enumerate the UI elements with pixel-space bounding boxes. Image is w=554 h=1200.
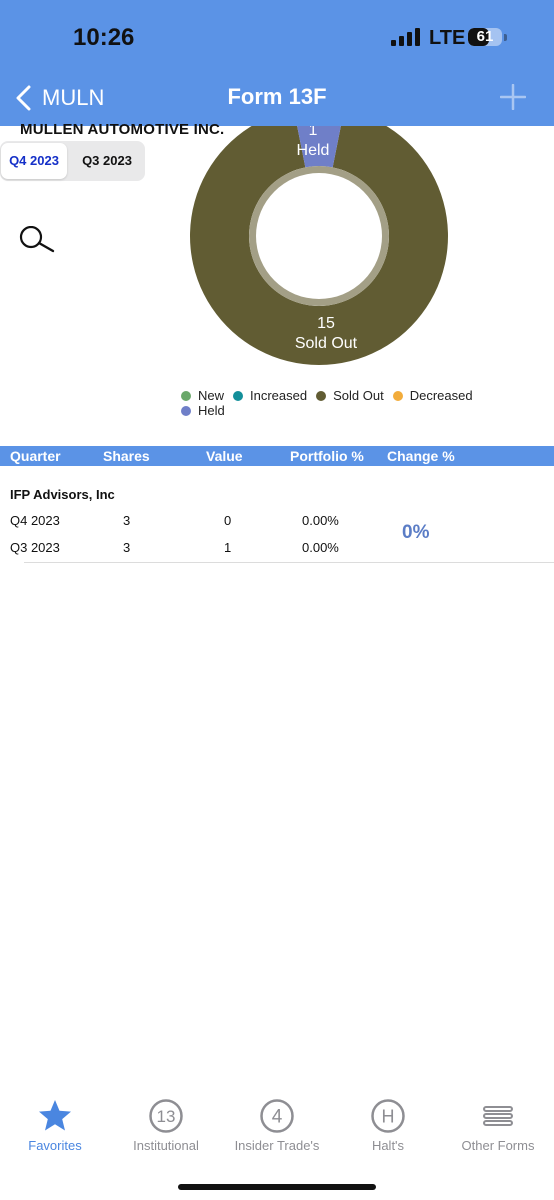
slice-label-sold-out-value: 15 — [317, 315, 335, 332]
legend-item-increased: Increased — [233, 388, 307, 403]
segment-q4-2023[interactable]: Q4 2023 — [1, 143, 67, 179]
company-name: MULLEN AUTOMOTIVE INC. — [20, 121, 225, 138]
tab-halts[interactable]: H Halt's — [333, 1092, 443, 1162]
tab-label: Insider Trade's — [234, 1138, 320, 1153]
circle-h-icon: H — [371, 1099, 405, 1133]
header-shares: Shares — [103, 448, 150, 464]
header-change: Change % — [387, 448, 455, 464]
legend-dot — [233, 390, 244, 401]
home-indicator — [178, 1184, 376, 1190]
legend-dot — [181, 390, 191, 401]
legend-item-new: New — [181, 388, 224, 403]
tab-bar: Favorites 13 Institutional 4 Insider Tra… — [0, 1092, 554, 1162]
tab-label: Institutional — [133, 1138, 199, 1153]
table-header: Quarter Shares Value Portfolio % Change … — [0, 446, 554, 466]
page-title: Form 13F — [227, 84, 327, 109]
tab-other-forms[interactable]: Other Forms — [443, 1092, 553, 1162]
status-time: 10:26 — [73, 24, 135, 51]
row-value: 1 — [224, 540, 232, 555]
legend-label: Sold Out — [333, 388, 384, 403]
row-divider — [24, 562, 554, 563]
slice-label-held-value: 1 — [309, 126, 318, 139]
tab-label: Halt's — [371, 1138, 405, 1153]
change-percent: 0% — [402, 522, 430, 543]
header-quarter: Quarter — [10, 448, 61, 464]
top-bar: 10:26 LTE 61 MULN Form 13F — [0, 0, 554, 126]
stack-lines-icon — [483, 1106, 513, 1126]
legend-item-held: Held — [181, 403, 225, 418]
star-icon — [39, 1100, 71, 1131]
signal-icon — [391, 28, 420, 46]
tab-favorites[interactable]: Favorites — [0, 1092, 110, 1162]
row-shares: 3 — [123, 540, 131, 555]
tab-insider-trades[interactable]: 4 Insider Trade's — [222, 1092, 332, 1162]
legend-label: Decreased — [409, 388, 473, 403]
svg-text:13: 13 — [157, 1107, 176, 1126]
row-portfolio: 0.00% — [302, 540, 339, 555]
network-type: LTE — [429, 27, 466, 49]
quarter-segmented-control: Q4 2023 Q3 2023 — [0, 141, 145, 181]
header-value: Value — [206, 448, 243, 464]
legend-label: Held — [198, 403, 225, 418]
segment-q3-2023[interactable]: Q3 2023 — [70, 143, 144, 179]
search-icon[interactable] — [16, 226, 56, 254]
plus-icon — [500, 84, 526, 110]
row-value: 0 — [224, 513, 232, 528]
legend-dot — [181, 405, 191, 416]
battery-icon: 61 — [468, 28, 508, 48]
row-shares: 3 — [123, 513, 131, 528]
advisor-name: IFP Advisors, Inc — [10, 487, 115, 502]
row-quarter: Q4 2023 — [10, 513, 60, 528]
slice-label-sold-out-name: Sold Out — [295, 335, 358, 352]
tab-institutional[interactable]: 13 Institutional — [111, 1092, 221, 1162]
legend-item-decreased: Decreased — [392, 388, 473, 403]
legend-dot — [316, 390, 327, 401]
legend-dot — [392, 390, 403, 401]
add-button[interactable] — [500, 84, 526, 110]
legend-label: New — [198, 388, 225, 403]
slice-label-held-name: Held — [297, 142, 330, 159]
svg-text:H: H — [382, 1107, 395, 1127]
chart-legend: New Increased Sold Out Decreased Held — [181, 388, 501, 418]
header-portfolio: Portfolio % — [290, 448, 364, 464]
row-portfolio: 0.00% — [302, 513, 339, 528]
donut-hole — [256, 173, 382, 299]
row-quarter: Q3 2023 — [10, 540, 60, 555]
circle-13-icon: 13 — [149, 1099, 183, 1133]
circle-4-icon: 4 — [260, 1099, 294, 1133]
legend-label: Increased — [250, 388, 308, 403]
svg-text:4: 4 — [272, 1107, 283, 1128]
legend-item-sold-out: Sold Out — [316, 388, 384, 403]
battery-level: 61 — [476, 28, 494, 45]
tab-label: Favorites — [28, 1138, 82, 1153]
tab-label: Other Forms — [461, 1138, 535, 1153]
